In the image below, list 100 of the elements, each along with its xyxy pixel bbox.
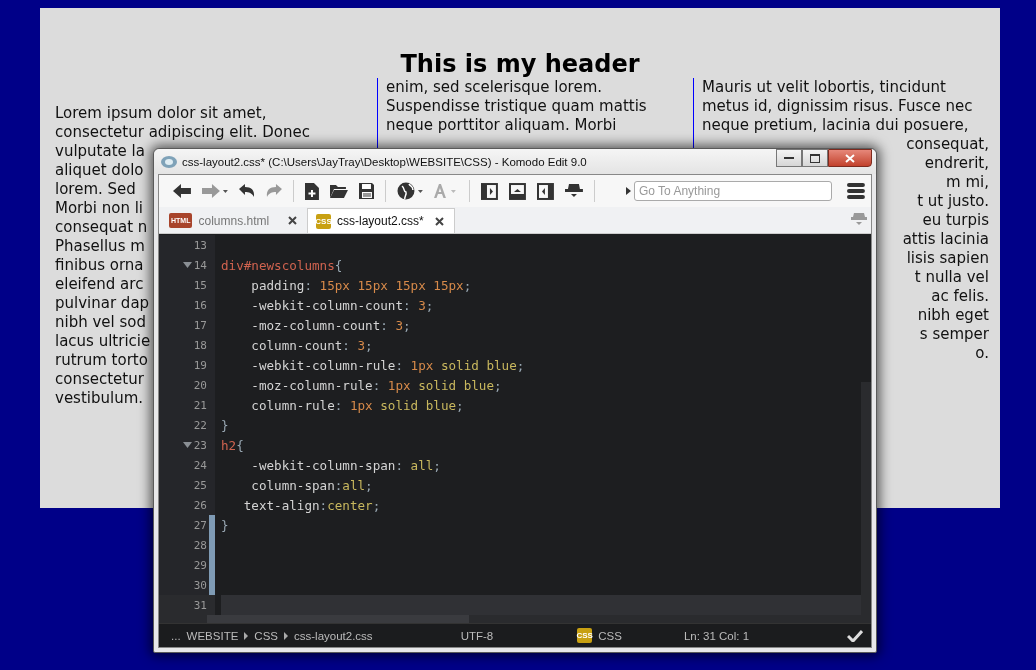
paragraph-line: nibh vel sod: [55, 313, 147, 331]
paragraph-line: Suspendisse tristique quam mattis: [386, 97, 647, 115]
line-number: 28: [193, 538, 207, 552]
code-line: -webkit-column-span: all;: [250, 457, 441, 473]
paragraph-line: m mi,: [946, 173, 989, 191]
tab-label: css-layout2.css*: [337, 214, 424, 228]
line-number: 16: [193, 298, 207, 312]
paragraph-line: Lorem ipsum dolor sit amet,: [55, 104, 267, 122]
scrollbar[interactable]: [861, 382, 871, 615]
folder-icon[interactable]: [329, 184, 348, 198]
check-icon: [847, 629, 863, 642]
paragraph-line: aliquet dolo: [55, 161, 144, 179]
right-pane-icon[interactable]: [537, 182, 555, 200]
encoding-label[interactable]: UTF-8: [460, 629, 494, 642]
code-line: -moz-column-rule: 1px solid blue;: [250, 377, 502, 393]
file-tab[interactable]: CSS css-layout2.css*: [307, 208, 455, 233]
line-number: 26: [193, 498, 207, 512]
code-line: div#newscolumns{: [221, 257, 343, 273]
line-number: 18: [193, 338, 207, 352]
line-number: 27: [193, 518, 207, 532]
file-type-badge: CSS: [316, 213, 331, 229]
code-line: column-span:all;: [250, 477, 373, 493]
paragraph-line: neque porttitor aliquam. Morbi: [386, 116, 617, 134]
paragraph-line: neque pretium, lacinia dui posuere,: [702, 116, 969, 134]
code-line: column-count: 3;: [250, 337, 373, 353]
paragraph-line: endrerit,: [924, 154, 989, 172]
undo-icon[interactable]: [238, 184, 255, 198]
paragraph-line: consequat,: [906, 135, 989, 153]
minimize-icon: [784, 156, 794, 160]
paragraph-line: Morbi non li: [55, 199, 144, 217]
line-number: 25: [193, 478, 207, 492]
paragraph-line: lorem. Sed: [55, 180, 136, 198]
close-icon: [845, 153, 855, 163]
code-line: -webkit-column-count: 3;: [250, 297, 434, 313]
paragraph-line: t nulla vel: [914, 268, 989, 286]
paragraph-line: eleifend arc: [55, 275, 144, 293]
globe-icon[interactable]: [397, 182, 424, 200]
code-line: }: [221, 417, 229, 433]
line-number: 31: [193, 598, 207, 612]
code-line: column-rule: 1px solid blue;: [250, 397, 464, 413]
paragraph-line: s semper: [919, 325, 989, 343]
paragraph-line: nibh eget: [917, 306, 989, 324]
bottom-pane-icon[interactable]: [509, 182, 527, 200]
line-number: 20: [193, 378, 207, 392]
menu-icon[interactable]: [847, 183, 866, 199]
forward-arrow-icon[interactable]: [201, 184, 228, 198]
line-number: 29: [193, 558, 207, 572]
expand-arrow-icon[interactable]: [625, 187, 631, 195]
window-title: css-layout2.css* (C:\Users\JayTray\Desktop\WEBSITE\CSS) - Komodo Edit 9.0: [182, 155, 587, 168]
breadcrumb[interactable]: css-layout2.css: [294, 629, 373, 642]
back-arrow-icon[interactable]: [173, 184, 191, 198]
breadcrumb[interactable]: WEBSITE: [186, 629, 239, 642]
search-field[interactable]: Go To Anything: [633, 181, 833, 201]
paragraph-line: ac felis.: [931, 287, 989, 305]
code-line: padding: 15px 15px 15px 15px;: [250, 277, 472, 293]
line-number: 13: [193, 238, 207, 252]
paragraph-line: rutrum torto: [55, 351, 148, 369]
line-number: 19: [193, 358, 207, 372]
breadcrumb-arrow-icon: [284, 631, 288, 640]
redo-icon[interactable]: [265, 184, 282, 198]
paragraph-line: vulputate la: [55, 142, 145, 160]
language-label[interactable]: CSS: [598, 629, 622, 642]
line-number: 22: [193, 418, 207, 432]
breadcrumb-arrow-icon: [244, 631, 249, 640]
save-icon[interactable]: [358, 183, 375, 199]
paragraph-line: consectetur adipiscing elit. Donec: [55, 123, 310, 141]
tab-label: columns.html: [198, 213, 270, 228]
close-button[interactable]: [828, 149, 872, 167]
paragraph-line: consequat n: [55, 218, 148, 236]
minimize-button[interactable]: [776, 149, 802, 167]
paragraph-line: lisis sapien: [906, 249, 989, 267]
fold-arrow-icon[interactable]: [182, 442, 192, 448]
close-icon[interactable]: [288, 216, 297, 225]
paragraph-line: t ut justo.: [917, 192, 989, 210]
line-number: 17: [193, 318, 207, 332]
cursor-position: Ln: 31 Col: 1: [683, 629, 750, 642]
status-text: ...: [171, 629, 181, 642]
left-pane-icon[interactable]: [481, 182, 499, 200]
code-line: h2{: [221, 437, 244, 453]
breadcrumb[interactable]: CSS: [254, 629, 278, 642]
line-number: 15: [193, 278, 207, 292]
code-line: -moz-column-count: 3;: [250, 317, 411, 333]
paragraph-line: pulvinar dap: [55, 294, 150, 312]
line-number: 30: [193, 578, 207, 592]
new-file-icon[interactable]: [304, 182, 319, 200]
line-number: 21: [193, 398, 207, 412]
hat-icon[interactable]: [565, 184, 583, 198]
paragraph-line: attis lacinia: [902, 230, 989, 248]
close-icon[interactable]: [435, 216, 444, 226]
paragraph-line: lacus ultricie: [55, 332, 151, 350]
fold-arrow-icon[interactable]: [182, 262, 192, 268]
line-number: 24: [193, 458, 207, 472]
line-number: 14: [193, 258, 207, 272]
paragraph-line: vestibulum.: [55, 389, 144, 407]
paragraph-line: o.: [975, 344, 989, 362]
scrollbar[interactable]: [207, 615, 469, 623]
maximize-button[interactable]: [802, 149, 828, 167]
paragraph-line: metus id, dignissim risus. Fusce nec: [702, 97, 973, 115]
paragraph-line: Mauris ut velit lobortis, tincidunt: [702, 78, 946, 96]
paragraph-line: enim, sed scelerisque lorem.: [386, 78, 603, 96]
